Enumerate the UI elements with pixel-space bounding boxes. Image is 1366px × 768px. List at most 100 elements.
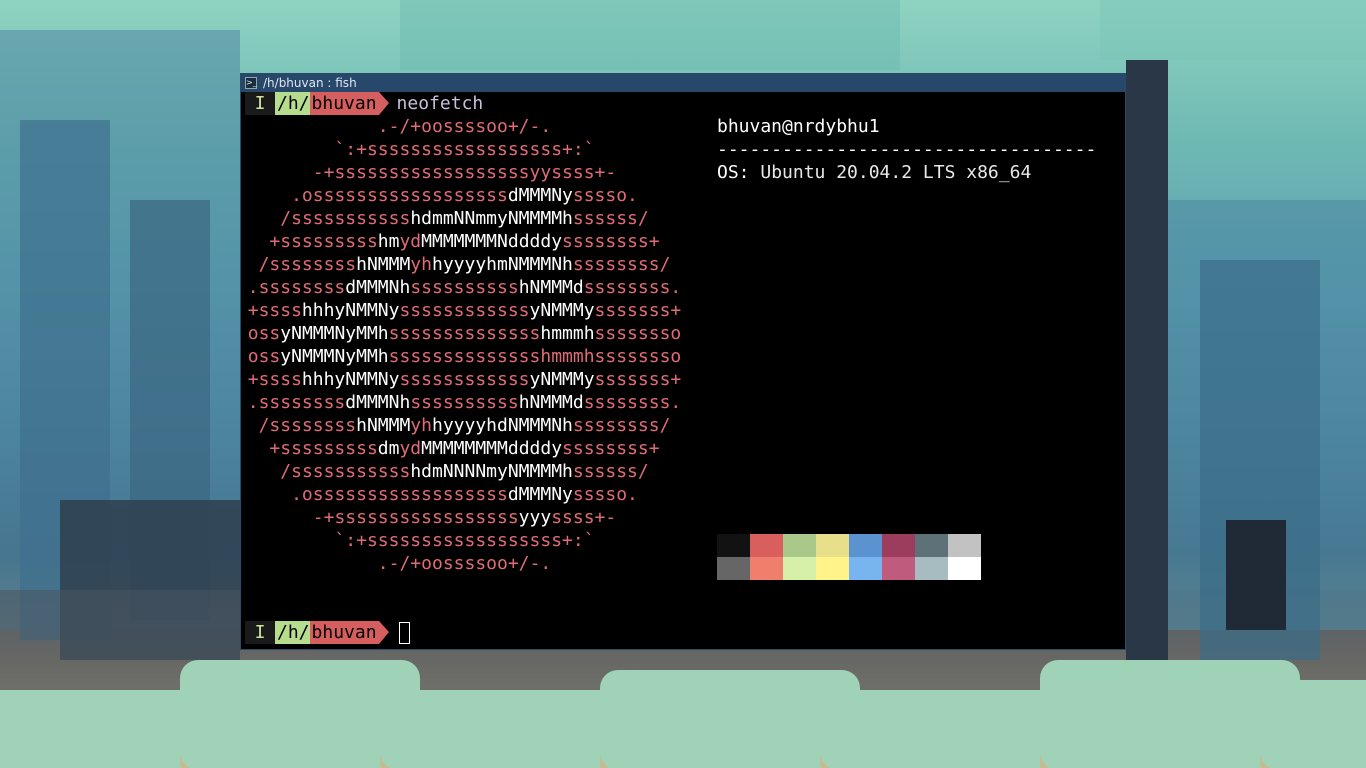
system-info: bhuvan@nrdybhu1 ------------------------…: [717, 115, 1117, 184]
logo-segment: dMMMNy: [507, 484, 573, 505]
logo-line: -+ssssssssssssssssssyyssss+-: [241, 161, 688, 184]
prompt-path: /h/: [275, 621, 310, 644]
logo-line: /sssssssshNMMMyhhyyyyhdNMMMNhssssssss/: [241, 414, 688, 437]
logo-segment: ssssssss+: [562, 438, 660, 459]
logo-segment: ssssssss/: [572, 254, 671, 275]
logo-line: .-/+oossssoo+/-.: [241, 552, 688, 575]
logo-segment: dMMMNy: [507, 185, 573, 206]
palette-swatch: [948, 557, 981, 580]
logo-line: +ssssssssshmydMMMMMMMNddddyssssssss+: [241, 230, 688, 253]
logo-segment: oss: [247, 346, 281, 367]
logo-segment: ssssss/: [572, 461, 649, 482]
palette-swatch: [882, 557, 915, 580]
logo-segment: ssssssssssssss: [388, 323, 541, 344]
logo-line: +sssshhhyNMMNyssssssssssssyNMMMysssssss+: [241, 299, 688, 322]
logo-segment: sssso.: [572, 484, 638, 505]
prompt-user: bhuvan: [309, 92, 379, 115]
window-titlebar[interactable]: >_ /h/bhuvan : fish: [241, 74, 1125, 92]
text-cursor[interactable]: [398, 621, 410, 644]
logo-segment: ssssssssssss: [399, 369, 530, 390]
info-row: OS: Ubuntu 20.04.2 LTS x86_64: [717, 161, 1117, 184]
logo-line: `:+ssssssssssssssssss+:`: [241, 529, 688, 552]
logo-line: +sssshhhyNMMNyssssssssssssyNMMMysssssss+: [241, 368, 688, 391]
logo-segment: yd: [399, 438, 422, 459]
logo-segment: yh: [410, 415, 432, 436]
palette-swatch: [915, 557, 948, 580]
logo-segment: ssssssss.: [583, 277, 682, 298]
logo-segment: .ssssssss: [247, 277, 346, 298]
logo-segment: yNMMMNyMMh: [280, 346, 389, 367]
logo-segment: hNMMMd: [518, 392, 584, 413]
logo-segment: hNMMM: [356, 254, 411, 275]
logo-segment: -+sssssssssssssssss: [312, 507, 519, 528]
logo-line: /ssssssssssshdmNNNNmyNMMMMhssssss/: [241, 460, 688, 483]
prompt-line-active[interactable]: I /h/ bhuvan: [245, 621, 410, 644]
logo-segment: ssssss/: [572, 208, 649, 229]
logo-segment: yNMMMNyMMh: [280, 323, 389, 344]
logo-segment: yh: [410, 254, 432, 275]
prompt-command: neofetch: [396, 93, 484, 114]
logo-segment: yNMMMy: [529, 369, 595, 390]
logo-segment: `:+ssssssssssssssssss+:`: [334, 139, 595, 160]
logo-segment: dm: [377, 438, 400, 459]
logo-segment: MMMMMMMMddddy: [421, 438, 563, 459]
logo-segment: dMMMNh: [345, 277, 411, 298]
logo-segment: hmmmh: [540, 323, 595, 344]
logo-segment: hNMMM: [356, 415, 411, 436]
logo-segment: sssssssssssssshmmmhssssssso: [388, 346, 682, 367]
logo-line: .ssssssssdMMMNhsssssssssshNMMMdssssssss.: [241, 391, 688, 414]
logo-line: .ossssssssssssssssssdMMMNysssso.: [241, 483, 688, 506]
logo-segment: .ssssssss: [247, 392, 346, 413]
terminal-window[interactable]: >_ /h/bhuvan : fish I /h/ bhuvan neofetc…: [240, 73, 1126, 650]
logo-segment: oss: [247, 323, 281, 344]
prompt-path: /h/: [275, 92, 310, 115]
palette-swatch: [849, 557, 882, 580]
logo-line: +sssssssssdmydMMMMMMMMddddyssssssss+: [241, 437, 688, 460]
palette-swatch: [717, 534, 750, 557]
ubuntu-ascii-logo: .-/+oossssoo+/-. `:+ssssssssssssssssss+:`…: [241, 115, 688, 575]
palette-swatch: [882, 534, 915, 557]
logo-segment: -+ssssssssssssssssssyyssss+-: [312, 162, 617, 183]
logo-line: .ssssssssdMMMNhsssssssssshNMMMdssssssss.: [241, 276, 688, 299]
logo-segment: +ssss: [247, 369, 302, 390]
logo-segment: ssss+-: [551, 507, 617, 528]
logo-segment: /ssssssss: [258, 254, 357, 275]
logo-segment: yd: [399, 231, 422, 252]
terminal-icon: >_: [245, 77, 257, 89]
window-title: /h/bhuvan : fish: [263, 76, 357, 90]
logo-segment: ssssssss/: [572, 415, 671, 436]
user-host: bhuvan@nrdybhu1: [717, 116, 880, 137]
logo-segment: ssssssss.: [583, 392, 682, 413]
terminal-content[interactable]: I /h/ bhuvan neofetch .-/+oossssoo+/-. `:…: [241, 92, 1125, 649]
palette-swatch: [750, 534, 783, 557]
color-palette: [717, 534, 981, 580]
palette-swatch: [816, 557, 849, 580]
logo-segment: ssssssssss: [410, 277, 519, 298]
logo-segment: yNMMMy: [529, 300, 595, 321]
logo-segment: `:+ssssssssssssssssss+:`: [334, 530, 595, 551]
logo-segment: hm: [377, 231, 400, 252]
logo-line: .ossssssssssssssssssdMMMNysssso.: [241, 184, 688, 207]
palette-swatch: [783, 557, 816, 580]
logo-segment: .-/+oossssoo+/-.: [377, 553, 552, 574]
palette-swatch: [816, 534, 849, 557]
logo-segment: .-/+oossssoo+/-.: [377, 116, 552, 137]
logo-line: /sssssssshNMMMyhhyyyyhmNMMMNhssssssss/: [241, 253, 688, 276]
logo-line: ossyNMMMNyMMhsssssssssssssshmmmhssssssso: [241, 345, 688, 368]
palette-swatch: [915, 534, 948, 557]
logo-segment: hyyyyhdNMMMNh: [431, 415, 573, 436]
logo-segment: sssso.: [572, 185, 638, 206]
logo-line: `:+ssssssssssssssssss+:`: [241, 138, 688, 161]
logo-segment: hhhyNMMNy: [301, 369, 400, 390]
logo-segment: +ssss: [247, 300, 302, 321]
palette-swatch: [783, 534, 816, 557]
prompt-arrow: [378, 621, 389, 644]
logo-segment: +sssssssss: [269, 438, 378, 459]
logo-segment: ssssssssssss: [399, 300, 530, 321]
logo-line: ossyNMMMNyMMhsssssssssssssshmmmhssssssso: [241, 322, 688, 345]
info-separator: -----------------------------------: [717, 139, 1097, 160]
logo-segment: hdmmNNmmyNMMMMh: [410, 208, 573, 229]
logo-line: /ssssssssssshdmmNNmmyNMMMMhssssss/: [241, 207, 688, 230]
logo-segment: hNMMMd: [518, 277, 584, 298]
logo-segment: hdmNNNNmyNMMMMh: [410, 461, 573, 482]
